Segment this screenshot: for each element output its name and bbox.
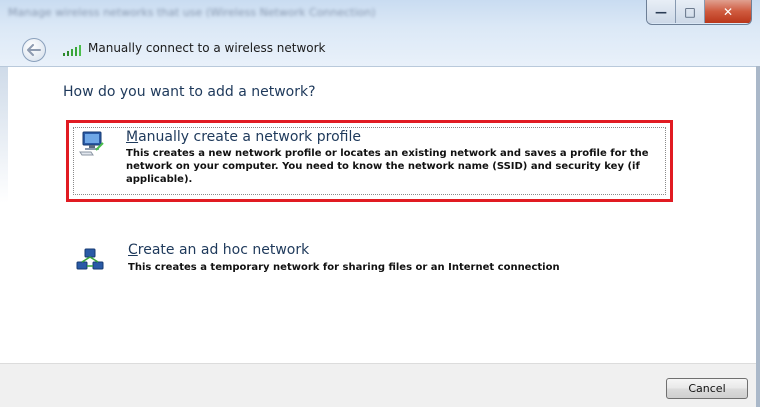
wireless-signal-icon: [63, 45, 81, 56]
left-frame-strip: [0, 67, 8, 407]
wizard-window: Manage wireless networks that use (Wirel…: [0, 0, 760, 407]
close-icon: ✕: [722, 4, 734, 19]
wizard-title: Manually connect to a wireless network: [88, 41, 326, 55]
ad-hoc-network-option[interactable]: Create an ad hoc network This creates a …: [72, 239, 672, 279]
back-arrow-icon: [27, 44, 41, 56]
background-window-title: Manage wireless networks that use (Wirel…: [8, 6, 376, 19]
manual-profile-title: Manually create a network profile: [126, 129, 361, 145]
window-controls: — □ ✕: [646, 0, 752, 25]
minimize-icon: —: [655, 4, 667, 19]
ad-hoc-network-description: This creates a temporary network for sha…: [128, 262, 560, 273]
option-title-text: anually create a network profile: [138, 129, 361, 145]
minimize-button[interactable]: —: [647, 0, 676, 23]
back-button[interactable]: [22, 38, 46, 62]
wizard-content: How do you want to add a network? Manual…: [0, 67, 760, 407]
manual-profile-option[interactable]: Manually create a network profile This c…: [66, 120, 673, 202]
ad-hoc-network-icon: [76, 248, 104, 270]
page-heading: How do you want to add a network?: [63, 84, 316, 100]
ad-hoc-network-title: Create an ad hoc network: [128, 242, 309, 258]
network-profile-icon: [79, 131, 104, 156]
manual-profile-description: This creates a new network profile or lo…: [126, 148, 649, 185]
maximize-icon: □: [684, 4, 696, 19]
cancel-button[interactable]: Cancel: [666, 378, 748, 399]
wizard-footer: Cancel: [0, 363, 760, 407]
accelerator-key: C: [128, 242, 138, 258]
window-frame-edge: [756, 66, 760, 407]
option-title-text: reate an ad hoc network: [137, 242, 310, 258]
accelerator-key: M: [126, 129, 139, 145]
close-button[interactable]: ✕: [705, 0, 751, 23]
title-bar: Manage wireless networks that use (Wirel…: [0, 0, 760, 67]
maximize-button[interactable]: □: [676, 0, 705, 23]
